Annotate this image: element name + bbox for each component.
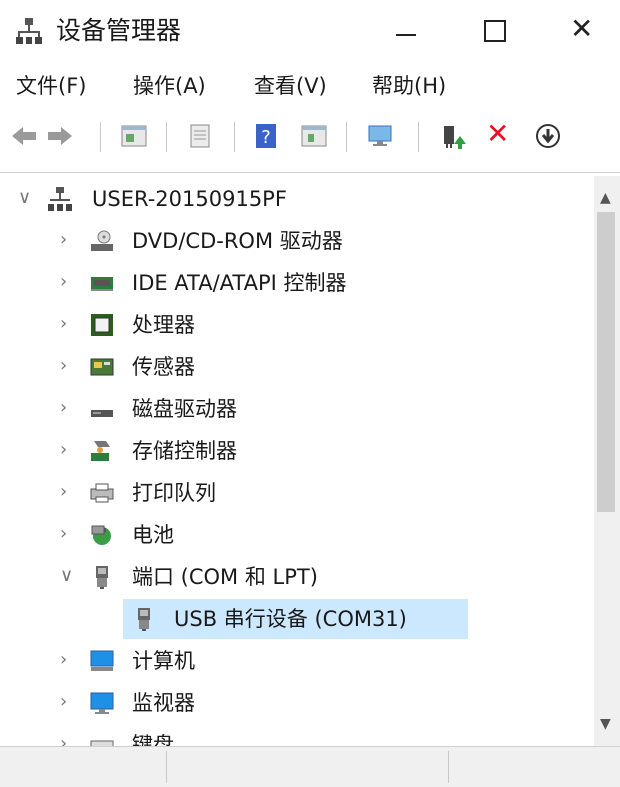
chevron-right-icon[interactable]: › — [60, 354, 67, 378]
maximize-button[interactable] — [466, 8, 522, 52]
chevron-right-icon[interactable]: › — [60, 648, 67, 672]
port-icon — [138, 608, 150, 631]
toolbar-separator — [418, 122, 419, 152]
window-title: 设备管理器 — [56, 16, 182, 45]
tree-item-label: USB 串行设备 (COM31) — [174, 607, 407, 631]
tree-item[interactable]: › 处理器 — [0, 304, 594, 346]
status-bar — [0, 746, 620, 787]
tree-item[interactable]: › 打印队列 — [0, 472, 594, 514]
tree-item[interactable]: › 监视器 — [0, 682, 594, 724]
chevron-right-icon[interactable]: › — [60, 522, 67, 546]
tree-item-label: 计算机 — [132, 649, 195, 673]
chevron-right-icon[interactable]: › — [60, 438, 67, 462]
chevron-right-icon[interactable]: › — [60, 732, 67, 746]
device-tree: ∨ USER-20150915PF › DVD/CD-ROM 驱动器 › IDE… — [0, 176, 594, 746]
tree-item[interactable]: › 存储控制器 — [0, 430, 594, 472]
chevron-right-icon[interactable]: › — [60, 396, 67, 420]
sensor-icon — [90, 358, 114, 376]
storage-controller-icon — [91, 441, 110, 461]
chevron-right-icon[interactable]: › — [60, 270, 67, 294]
tree-root-label: USER-20150915PF — [92, 187, 287, 211]
maximize-icon — [484, 20, 506, 42]
close-icon: ✕ — [570, 12, 594, 45]
chevron-right-icon[interactable]: › — [60, 228, 67, 252]
tree-item[interactable]: › 磁盘驱动器 — [0, 388, 594, 430]
tree-item[interactable]: › 电池 — [0, 514, 594, 556]
tree-item[interactable]: ∨ 端口 (COM 和 LPT) — [0, 556, 594, 598]
tree-item-label: 电池 — [132, 523, 174, 547]
chevron-right-icon[interactable]: › — [60, 690, 67, 714]
toolbar-separator — [100, 122, 101, 152]
tree-item-label: 磁盘驱动器 — [132, 397, 237, 421]
chevron-right-icon[interactable]: › — [60, 312, 67, 336]
tree-item-label: DVD/CD-ROM 驱动器 — [132, 229, 343, 253]
svg-text:?: ? — [261, 127, 271, 148]
chevron-down-icon[interactable]: ∨ — [18, 186, 31, 210]
help-icon[interactable]: ? — [252, 122, 280, 150]
menu-file[interactable]: 文件(F) — [16, 71, 86, 101]
device-manager-icon — [16, 18, 42, 44]
menu-bar: 文件(F) 操作(A) 查看(V) 帮助(H) — [0, 66, 620, 106]
keyboard-icon — [90, 740, 114, 746]
toolbar-separator — [346, 122, 347, 152]
toolbar-separator — [234, 122, 235, 152]
scroll-thumb[interactable] — [597, 212, 615, 512]
tree-item[interactable]: › IDE ATA/ATAPI 控制器 — [0, 262, 594, 304]
tree-root[interactable]: ∨ USER-20150915PF — [0, 178, 594, 220]
vertical-scrollbar[interactable]: ▲ ▼ — [594, 176, 620, 746]
scroll-up-icon[interactable]: ▲ — [600, 190, 611, 206]
tree-item-label: 打印队列 — [132, 481, 216, 505]
tree-item[interactable]: › 传感器 — [0, 346, 594, 388]
status-divider — [448, 751, 449, 783]
tree-item[interactable]: › DVD/CD-ROM 驱动器 — [0, 220, 594, 262]
title-bar: 设备管理器 ✕ — [0, 0, 620, 62]
tree-item-label: 处理器 — [132, 313, 195, 337]
tree-item-label: 监视器 — [132, 691, 195, 715]
tree-item-label: 存储控制器 — [132, 439, 237, 463]
update-driver-icon[interactable] — [440, 122, 468, 150]
toolbar-separator — [166, 122, 167, 152]
disc-drive-icon — [91, 230, 113, 251]
ide-controller-icon — [91, 277, 113, 291]
chevron-right-icon[interactable]: › — [60, 480, 67, 504]
printer-icon — [90, 483, 114, 503]
status-divider — [166, 751, 167, 783]
computer-tree-icon — [48, 187, 72, 211]
processor-icon — [91, 314, 113, 336]
tree-item-label: 传感器 — [132, 355, 195, 379]
properties-icon[interactable] — [120, 122, 148, 150]
menu-action[interactable]: 操作(A) — [133, 71, 206, 101]
tree-item[interactable]: › 计算机 — [0, 640, 594, 682]
tree-item-label: IDE ATA/ATAPI 控制器 — [132, 271, 347, 295]
tree-item-selected[interactable]: USB 串行设备 (COM31) — [0, 598, 594, 640]
tree-item-label: 键盘 — [132, 733, 174, 746]
port-icon — [96, 566, 108, 589]
minimize-icon — [396, 34, 416, 36]
battery-icon — [91, 525, 111, 545]
toolbar: ? ✕ — [0, 112, 620, 160]
monitor-icon — [90, 692, 114, 714]
tree-item[interactable]: › 键盘 — [0, 724, 594, 746]
close-button[interactable]: ✕ — [556, 8, 612, 52]
chevron-down-icon[interactable]: ∨ — [60, 564, 73, 588]
menu-help[interactable]: 帮助(H) — [372, 71, 446, 101]
menu-view[interactable]: 查看(V) — [254, 71, 327, 101]
uninstall-icon[interactable]: ✕ — [486, 118, 514, 150]
toolbar-divider — [0, 172, 620, 173]
computer-icon — [90, 650, 114, 671]
tree-item-label: 端口 (COM 和 LPT) — [132, 565, 318, 589]
forward-icon[interactable] — [46, 122, 74, 150]
scan-hardware-icon[interactable] — [366, 122, 394, 150]
minimize-button[interactable] — [376, 8, 432, 52]
view-icon[interactable] — [300, 122, 328, 150]
disk-drive-icon — [91, 410, 113, 417]
disable-device-icon[interactable] — [534, 122, 562, 150]
document-icon[interactable] — [186, 122, 214, 150]
scroll-down-icon[interactable]: ▼ — [600, 716, 611, 732]
back-icon[interactable] — [10, 122, 38, 150]
